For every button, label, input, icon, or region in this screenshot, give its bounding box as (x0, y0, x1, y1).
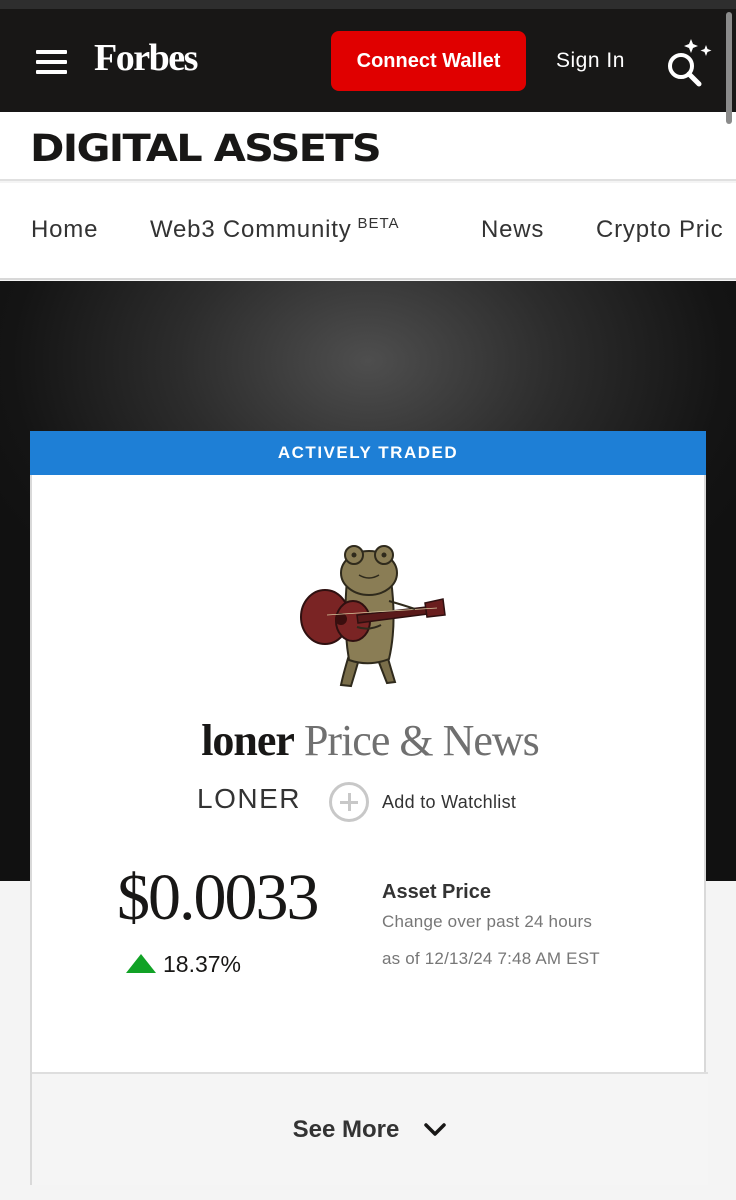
see-more-label: See More (292, 1115, 400, 1143)
see-more-button[interactable]: See More (32, 1072, 708, 1185)
asset-name: loner (201, 716, 295, 765)
section-title[interactable]: DIGITAL ASSETS (30, 127, 382, 170)
nav-item-home[interactable]: Home (31, 216, 98, 244)
connect-wallet-button[interactable]: Connect Wallet (331, 31, 526, 91)
sign-in-link[interactable]: Sign In (556, 49, 625, 73)
beta-badge: BETA (357, 215, 400, 232)
forbes-logo[interactable]: Forbes (94, 36, 198, 80)
asset-ticker: LONER (197, 783, 301, 814)
nav-item-crypto-prices[interactable]: Crypto Pric (596, 216, 724, 244)
up-arrow-icon (126, 954, 156, 973)
asset-card: loner Price & News LONER Add to Watchlis… (30, 475, 708, 1185)
price-timestamp: as of 12/13/24 7:48 AM EST (382, 949, 600, 968)
price-change: 18.37% (163, 951, 242, 977)
frog-with-guitar-icon (300, 545, 446, 688)
actively-traded-banner: ACTIVELY TRADED (30, 431, 706, 475)
scrollbar-thumb[interactable] (726, 12, 732, 124)
status-strip (0, 0, 736, 9)
add-watchlist-icon[interactable] (329, 782, 369, 822)
asset-title: loner Price & News (32, 715, 708, 766)
price-label: Asset Price (382, 881, 491, 903)
nav-item-web3-community[interactable]: Web3 Community BETA (150, 215, 400, 244)
change-period-label: Change over past 24 hours (382, 912, 593, 931)
chevron-down-icon (424, 1122, 447, 1136)
asset-title-suffix: Price & News (303, 716, 540, 765)
section-nav: Home Web3 Community BETA News Crypto Pric (0, 183, 736, 280)
search-icon[interactable] (664, 31, 716, 91)
asset-price: $0.0033 (117, 861, 319, 934)
nav-item-news[interactable]: News (481, 216, 544, 244)
top-bar: Forbes Connect Wallet Sign In (0, 9, 736, 112)
nav-item-label: Web3 Community (150, 216, 352, 243)
menu-icon[interactable] (36, 50, 67, 74)
add-watchlist-label[interactable]: Add to Watchlist (382, 792, 516, 813)
section-header: DIGITAL ASSETS (0, 112, 736, 181)
